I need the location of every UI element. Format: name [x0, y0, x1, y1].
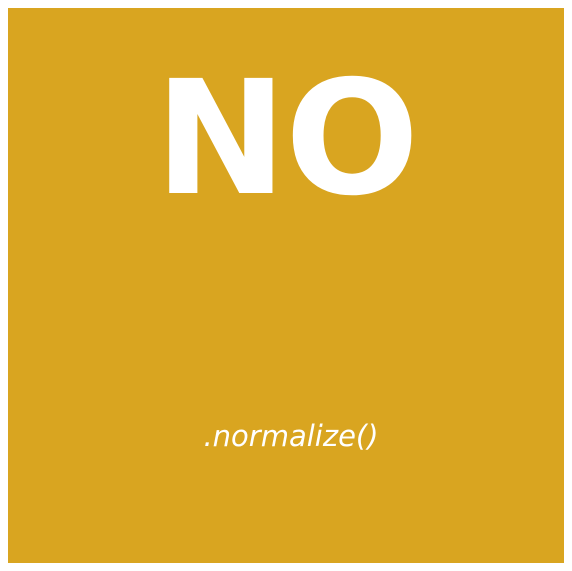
color-tile: NO .normalize() — [8, 8, 564, 563]
caption-text: .normalize() — [203, 419, 379, 453]
headline-text: NO — [154, 47, 420, 231]
